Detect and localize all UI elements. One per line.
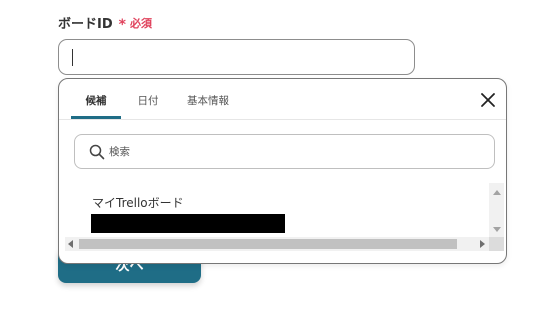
field-label-text: ボードID — [58, 17, 113, 32]
scroll-left-arrow-icon[interactable] — [68, 240, 73, 248]
search-box[interactable] — [74, 134, 495, 169]
tab-date[interactable]: 日付 — [127, 79, 169, 117]
list-item-title[interactable]: マイTrelloボード — [92, 194, 184, 211]
board-id-label: ボードID * 必須 — [58, 13, 152, 33]
suggestion-list: マイTrelloボード — [59, 183, 489, 237]
search-icon — [89, 144, 105, 160]
scrollbar-corner — [489, 237, 504, 251]
suggestion-dropdown: 候補 日付 基本情報 マイTrelloボード — [58, 78, 507, 264]
scroll-right-arrow-icon[interactable] — [480, 240, 485, 248]
horizontal-scroll-thumb[interactable] — [79, 239, 457, 249]
board-id-input[interactable] — [58, 39, 415, 75]
scroll-down-arrow-icon[interactable] — [493, 227, 501, 232]
horizontal-scrollbar[interactable] — [65, 237, 489, 251]
tab-candidates[interactable]: 候補 — [71, 79, 121, 119]
redacted-board-id — [91, 214, 285, 233]
required-asterisk: * — [118, 16, 126, 33]
required-text: 必須 — [129, 16, 152, 30]
search-input[interactable] — [109, 143, 479, 161]
tab-basic-info[interactable]: 基本情報 — [177, 79, 239, 117]
scroll-up-arrow-icon[interactable] — [493, 190, 501, 195]
dropdown-tabs: 候補 日付 基本情報 — [59, 79, 506, 120]
text-caret — [72, 49, 73, 66]
vertical-scrollbar[interactable] — [489, 183, 504, 237]
close-icon[interactable] — [480, 92, 496, 108]
